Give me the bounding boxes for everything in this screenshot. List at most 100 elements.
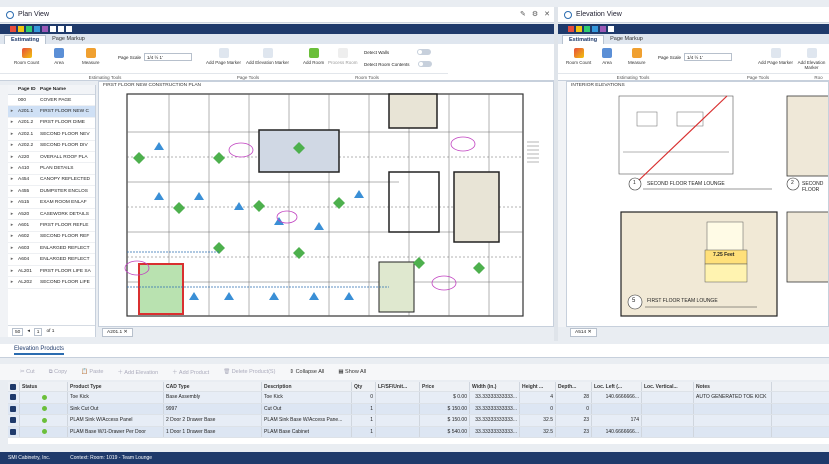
plan-sheet-tab[interactable]: A201.1 ✕ <box>102 328 133 337</box>
column-header[interactable]: CAD Type <box>164 382 262 391</box>
table-cell[interactable]: 0 <box>556 403 592 414</box>
table-cell[interactable]: 33.33333333333... <box>470 392 520 403</box>
elevation-drawing-canvas[interactable]: INTERIOR ELEVATIONS 1 SECOND FLOOR TEAM … <box>566 81 829 327</box>
table-row[interactable]: Toe Kick Base Assembly Toe Kick 0 $ 0.00 33.3… <box>8 392 829 404</box>
table-cell[interactable]: 4 <box>520 392 556 403</box>
table-cell[interactable]: 33.33333333333... <box>470 403 520 414</box>
expand-arrow-icon[interactable]: ▸ <box>8 143 16 148</box>
table-cell[interactable]: 23 <box>556 415 592 426</box>
table-cell[interactable]: 1 <box>352 426 376 437</box>
page-list-item[interactable]: ▸ A455 DUMPSTER ENCLOS <box>8 186 95 198</box>
area-button[interactable]: Area <box>602 48 612 65</box>
quick-tool-icon[interactable] <box>608 26 614 32</box>
table-cell[interactable] <box>376 415 420 426</box>
page-list-item[interactable]: ▸ AL201 FIRST FLOOR LIFE SA <box>8 266 95 278</box>
add-product-button[interactable]: ＋ Add Product <box>172 368 209 376</box>
tab-estimating[interactable]: Estimating <box>562 35 605 44</box>
delete-product-button[interactable]: 🗑 Delete Product(S) <box>223 369 275 375</box>
column-header[interactable]: Qty <box>352 382 376 391</box>
expand-arrow-icon[interactable]: ▸ <box>8 200 16 205</box>
table-cell[interactable]: PLAM Sink Base W/Access Pane... <box>262 415 352 426</box>
table-cell[interactable]: 0 <box>520 403 556 414</box>
table-cell[interactable]: $ 150.00 <box>420 415 470 426</box>
table-cell[interactable]: 9997 <box>164 403 262 414</box>
select-all-checkbox[interactable] <box>8 382 20 391</box>
page-list-item[interactable]: ▸ A604 ENLARGED REFLECT <box>8 254 95 266</box>
pin-icon[interactable]: ✎ <box>520 10 526 18</box>
expand-arrow-icon[interactable]: ▸ <box>8 234 16 239</box>
table-cell[interactable] <box>376 426 420 437</box>
quick-tool-icon[interactable] <box>58 26 64 32</box>
table-cell[interactable]: 174 <box>592 415 642 426</box>
table-cell[interactable]: Toe Kick <box>262 392 352 403</box>
column-header[interactable]: Status <box>20 382 68 391</box>
column-header[interactable]: Height ... <box>520 382 556 391</box>
page-scale-select[interactable]: 1/4 ½ 1' <box>684 53 733 61</box>
area-button[interactable]: Area <box>54 48 64 65</box>
cut-button[interactable]: ✂ Cut <box>20 369 35 375</box>
table-cell[interactable]: $ 540.00 <box>420 426 470 437</box>
page-list-item[interactable]: ▸ A202.2 SECOND FLOOR DIV <box>8 141 95 152</box>
table-cell[interactable]: 32.5 <box>520 415 556 426</box>
expand-arrow-icon[interactable]: ▸ <box>8 257 16 262</box>
table-row[interactable]: PLAM Base W/1-Drawer Per Door 1 Door 1 Dr… <box>8 426 829 438</box>
show-all-button[interactable]: ▦ Show All <box>338 369 366 375</box>
table-cell[interactable] <box>694 415 772 426</box>
page-list-item[interactable]: ▸ A454 CANOPY REFLECTED <box>8 175 95 187</box>
add-elevation-button[interactable]: ＋ Add Elevation <box>117 368 158 376</box>
table-cell[interactable]: 1 Door 1 Drawer Base <box>164 426 262 437</box>
table-cell[interactable] <box>694 426 772 437</box>
measure-button[interactable]: Measure <box>82 48 100 65</box>
page-list-item[interactable]: ▸ A601 FIRST FLOOR REFLE <box>8 220 95 232</box>
tab-page-markup[interactable]: Page Markup <box>604 35 649 44</box>
settings-icon[interactable]: ⚙ <box>532 10 538 18</box>
quick-tool-icon[interactable] <box>584 26 590 32</box>
quick-tool-icon[interactable] <box>26 26 32 32</box>
quick-tool-icon[interactable] <box>50 26 56 32</box>
table-cell[interactable]: 0 <box>352 392 376 403</box>
elevation-collapse-strip[interactable] <box>558 81 566 327</box>
column-header[interactable]: Description <box>262 382 352 391</box>
row-checkbox[interactable] <box>8 403 20 414</box>
expand-arrow-icon[interactable]: ▸ <box>8 212 16 217</box>
column-header[interactable]: Loc. Left (... <box>592 382 642 391</box>
page-list-item[interactable]: ▸ A202.1 SECOND FLOOR NEV <box>8 129 95 141</box>
table-cell[interactable] <box>642 415 694 426</box>
table-cell[interactable] <box>694 403 772 414</box>
table-cell[interactable]: $ 150.00 <box>420 403 470 414</box>
page-list-collapse-strip[interactable] <box>0 85 8 337</box>
page-list-item[interactable]: ▸ AL202 SECOND FLOOR LIFE <box>8 277 95 289</box>
table-cell[interactable]: AUTO GENERATED TOE KICK <box>694 392 772 403</box>
table-cell[interactable] <box>642 403 694 414</box>
column-header[interactable]: Loc. Vertical... <box>642 382 694 391</box>
add-page-marker-button[interactable]: Add Page Marker <box>758 48 793 65</box>
quick-tool-icon[interactable] <box>10 26 16 32</box>
table-cell[interactable]: 33.33333333333... <box>470 415 520 426</box>
table-row[interactable]: PLAM Sink W/Access Panel 2 Door 2 Drawer … <box>8 415 829 427</box>
quick-tool-icon[interactable] <box>34 26 40 32</box>
expand-arrow-icon[interactable]: ▸ <box>8 280 16 285</box>
expand-arrow-icon[interactable]: ▸ <box>8 155 16 160</box>
column-header[interactable]: Product Type <box>68 382 164 391</box>
elevation-products-title[interactable]: Elevation Products <box>14 346 65 355</box>
quick-tool-icon[interactable] <box>600 26 606 32</box>
table-cell[interactable]: PLAM Base W/1-Drawer Per Door <box>68 426 164 437</box>
table-row[interactable]: Sink Cut Out 9997 Cut Out 1 $ 150.00 33.33333… <box>8 403 829 415</box>
table-cell[interactable]: PLAM Sink W/Access Panel <box>68 415 164 426</box>
expand-arrow-icon[interactable]: ▸ <box>8 223 16 228</box>
column-header[interactable]: LF/SF/Unit... <box>376 382 420 391</box>
add-elevation-marker-button[interactable]: Add Elevation Marker <box>246 48 289 65</box>
quick-tool-icon[interactable] <box>576 26 582 32</box>
expand-arrow-icon[interactable]: ▸ <box>8 120 16 125</box>
table-cell[interactable]: 140.6666666... <box>592 426 642 437</box>
tab-estimating[interactable]: Estimating <box>4 35 47 44</box>
page-size-select[interactable]: 50 <box>12 327 24 336</box>
table-cell[interactable]: 1 <box>352 415 376 426</box>
table-cell[interactable]: 140.6666666... <box>592 392 642 403</box>
page-list-item[interactable]: ▸ A220 OVERALL ROOF PLA <box>8 152 95 164</box>
page-id-header[interactable]: Page ID <box>16 87 40 92</box>
column-header[interactable]: Price <box>420 382 470 391</box>
pane-splitter[interactable] <box>554 7 558 341</box>
detect-walls-toggle[interactable] <box>417 49 432 55</box>
paste-button[interactable]: 📋 Paste <box>81 369 103 375</box>
